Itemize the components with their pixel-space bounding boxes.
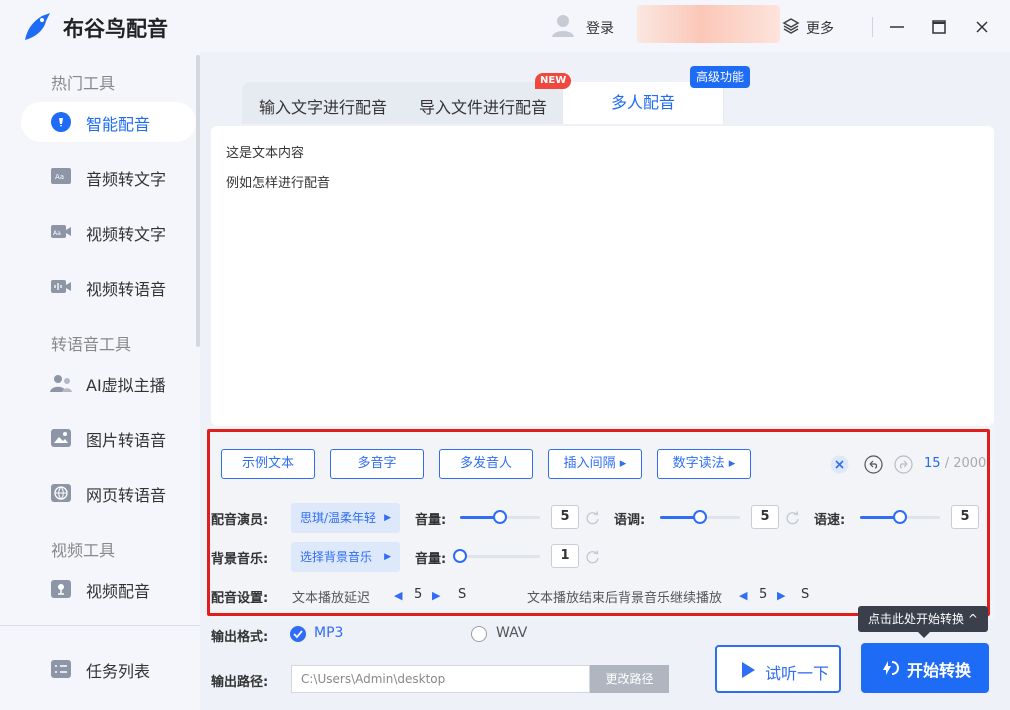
wav-radio[interactable] bbox=[471, 626, 487, 642]
audio-to-text-icon: Aa bbox=[51, 168, 71, 184]
section-video-tools: 视频工具 bbox=[51, 541, 116, 560]
try-listen-button[interactable]: 试听一下 bbox=[715, 645, 841, 693]
highlight-box bbox=[207, 429, 990, 616]
maximize-icon[interactable] bbox=[926, 14, 952, 40]
sidebar-item-label: 智能配音 bbox=[86, 115, 151, 134]
new-badge: NEW bbox=[535, 73, 572, 89]
image-to-speech-icon bbox=[51, 429, 71, 447]
wav-label[interactable]: WAV bbox=[496, 625, 527, 641]
sidebar-item-webpage-to-speech[interactable]: 网页转语音 bbox=[21, 473, 196, 513]
more-menu[interactable]: 更多 bbox=[806, 18, 834, 38]
start-convert-label: 开始转换 bbox=[907, 661, 972, 680]
task-list-icon bbox=[51, 660, 71, 678]
smart-dubbing-icon bbox=[51, 112, 71, 132]
sidebar-item-label: 网页转语音 bbox=[86, 486, 167, 505]
sidebar-item-label: 视频配音 bbox=[86, 582, 151, 601]
ai-anchor-icon bbox=[50, 375, 72, 392]
mp3-radio[interactable] bbox=[290, 626, 306, 642]
title-divider bbox=[872, 17, 873, 37]
tab-input-text[interactable]: 输入文字进行配音 bbox=[259, 94, 387, 118]
app-title: 布谷鸟配音 bbox=[63, 17, 168, 41]
redacted-area bbox=[637, 5, 780, 43]
sidebar-item-label: AI虚拟主播 bbox=[86, 376, 166, 395]
login-link[interactable]: 登录 bbox=[586, 18, 614, 38]
convert-icon bbox=[883, 661, 900, 675]
editor-line: 这是文本内容 bbox=[226, 146, 305, 161]
cuckoo-logo-icon bbox=[25, 13, 50, 40]
editor-line: 例如怎样进行配音 bbox=[226, 176, 331, 191]
close-icon[interactable] bbox=[969, 14, 995, 40]
advanced-badge: 高级功能 bbox=[690, 66, 751, 88]
sidebar-item-task-list[interactable]: 任务列表 bbox=[21, 649, 196, 689]
output-format-label: 输出格式: bbox=[211, 630, 269, 645]
sidebar-item-audio-to-text[interactable]: Aa 音频转文字 bbox=[21, 157, 196, 197]
minimize-icon[interactable] bbox=[884, 14, 910, 40]
sidebar-item-label: 视频转文字 bbox=[86, 225, 167, 244]
tab-multi-voice[interactable]: 多人配音 bbox=[563, 82, 723, 124]
sidebar-item-smart-dubbing[interactable]: 智能配音 bbox=[21, 102, 196, 142]
sidebar-scrollbar[interactable] bbox=[196, 55, 200, 347]
play-icon bbox=[742, 662, 755, 678]
section-tts-tools: 转语音工具 bbox=[51, 335, 132, 354]
sidebar-item-label: 音频转文字 bbox=[86, 170, 167, 189]
sidebar-item-image-to-speech[interactable]: 图片转语音 bbox=[21, 418, 196, 458]
output-path-label: 输出路径: bbox=[211, 675, 269, 690]
tab-import-file[interactable]: 导入文件进行配音 bbox=[419, 94, 547, 118]
text-editor[interactable] bbox=[211, 126, 994, 426]
layers-icon[interactable] bbox=[782, 17, 800, 35]
sidebar-item-ai-anchor[interactable]: AI虚拟主播 bbox=[21, 363, 196, 403]
change-path-button[interactable]: 更改路径 bbox=[590, 665, 669, 693]
check-icon bbox=[293, 630, 303, 639]
user-avatar-icon[interactable] bbox=[551, 13, 575, 37]
sidebar-item-video-dubbing[interactable]: 视频配音 bbox=[21, 569, 196, 609]
sidebar-item-label: 任务列表 bbox=[86, 662, 151, 681]
video-to-text-icon: Aa bbox=[51, 225, 71, 238]
output-path-input[interactable]: C:\Users\Admin\desktop bbox=[291, 665, 590, 693]
try-listen-label: 试听一下 bbox=[765, 664, 830, 683]
sidebar-divider bbox=[0, 625, 200, 626]
section-hot-tools: 热门工具 bbox=[51, 74, 116, 93]
sidebar-item-label: 视频转语音 bbox=[86, 280, 167, 299]
sidebar-item-label: 图片转语音 bbox=[86, 431, 167, 450]
svg-text:Aa: Aa bbox=[55, 173, 64, 181]
start-convert-button[interactable]: 开始转换 bbox=[861, 643, 989, 693]
sidebar-item-video-to-text[interactable]: Aa 视频转文字 bbox=[21, 212, 196, 252]
webpage-to-speech-icon bbox=[51, 484, 71, 502]
start-tooltip: 点击此处开始转换 ^ bbox=[858, 606, 988, 638]
video-to-speech-icon bbox=[51, 280, 71, 293]
mp3-label[interactable]: MP3 bbox=[314, 625, 343, 641]
sidebar-item-video-to-speech[interactable]: 视频转语音 bbox=[21, 267, 196, 307]
svg-text:Aa: Aa bbox=[53, 230, 61, 237]
video-dubbing-icon bbox=[51, 580, 71, 598]
